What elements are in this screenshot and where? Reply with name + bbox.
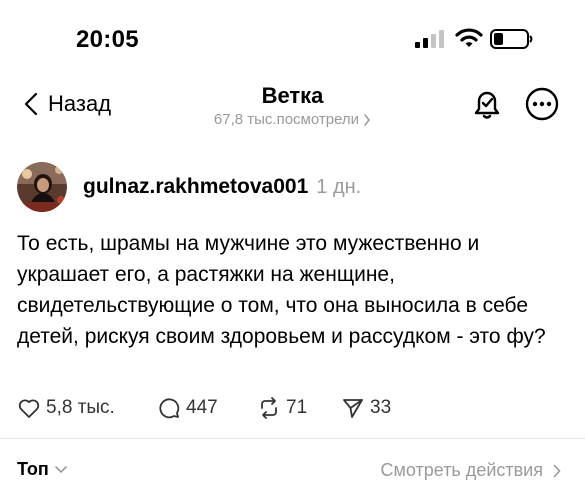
send-icon xyxy=(343,399,363,418)
chevron-right-icon xyxy=(553,464,561,477)
like-button[interactable]: 5,8 тыс. xyxy=(17,396,157,420)
heart-icon xyxy=(18,399,40,418)
status-bar: 20:05 xyxy=(0,0,585,80)
username-link[interactable]: gulnaz.rakhmetova001 xyxy=(83,175,308,199)
sort-dropdown[interactable]: Топ xyxy=(17,459,67,480)
divider xyxy=(0,438,585,439)
share-count: 33 xyxy=(370,397,392,418)
wifi-icon xyxy=(455,28,483,47)
share-button[interactable]: 33 xyxy=(341,396,391,420)
view-activity-label: Смотреть действия xyxy=(380,460,543,480)
bell-icon[interactable] xyxy=(470,86,504,120)
comment-icon xyxy=(159,398,180,419)
views-label: 67,8 тыс.посмотрели xyxy=(213,111,360,128)
view-activity-button[interactable]: Смотреть действия xyxy=(381,460,561,481)
status-time: 20:05 xyxy=(76,26,139,53)
post-text: То есть, шрамы на мужчине это мужественн… xyxy=(17,232,546,348)
nav-bar: Назад Ветка 67,8 тыс.посмотрели xyxy=(0,78,585,138)
post-time: 1 дн. xyxy=(316,175,362,198)
reply-button[interactable]: 447 xyxy=(157,396,257,420)
signal-icon xyxy=(415,30,444,48)
post-actions: 5,8 тыс. 447 71 33 xyxy=(17,396,391,420)
repost-icon xyxy=(261,397,277,419)
more-icon[interactable] xyxy=(524,86,560,122)
chevron-right-icon xyxy=(364,113,371,126)
chevron-down-icon xyxy=(54,465,67,473)
avatar[interactable] xyxy=(17,162,67,212)
battery-icon xyxy=(490,29,533,49)
like-count: 5,8 тыс. xyxy=(46,397,115,418)
post-header: gulnaz.rakhmetova001 1 дн. xyxy=(17,162,361,212)
repost-button[interactable]: 71 xyxy=(257,396,341,420)
repost-count: 71 xyxy=(286,397,308,418)
reply-count: 447 xyxy=(186,397,218,418)
sort-label: Топ xyxy=(17,459,49,479)
